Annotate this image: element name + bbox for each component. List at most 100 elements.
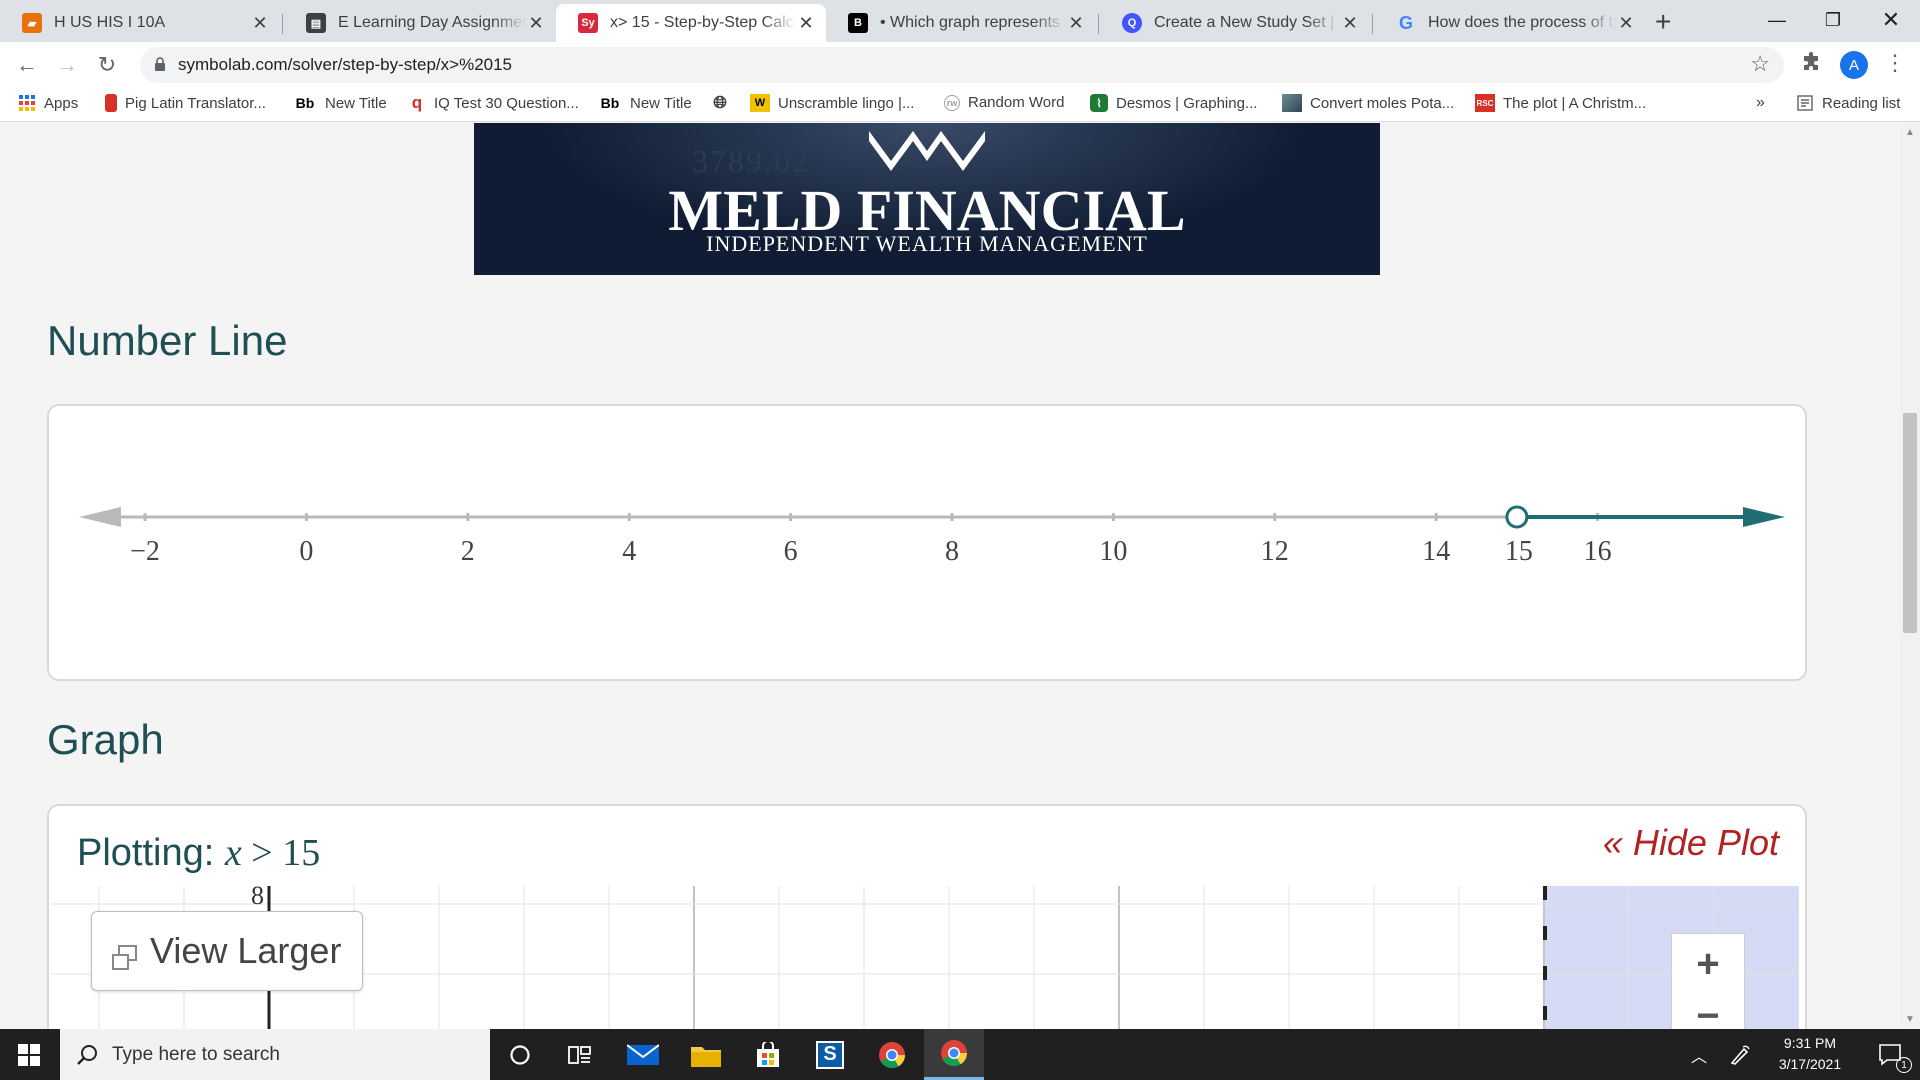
bookmarks-bar: Apps Pig Latin Translator... Bb New Titl… <box>0 88 1920 122</box>
cortana-icon[interactable] <box>490 1029 550 1080</box>
forward-button[interactable]: → <box>52 50 82 80</box>
close-tab-icon[interactable]: ✕ <box>1066 13 1086 34</box>
page-scrollbar[interactable]: ▲ ▼ <box>1900 123 1920 1029</box>
number-line-card: −2 0 2 4 6 8 10 12 14 16 15 <box>47 404 1807 681</box>
bookmark-globe[interactable]: 🌐︎ <box>711 93 737 112</box>
bookmark-star-icon[interactable]: ☆ <box>1750 51 1770 77</box>
tab-us-history[interactable]: ▰ H US HIS I 10A ✕ <box>0 4 280 42</box>
bookmark-label: Desmos | Graphing... <box>1116 94 1258 112</box>
bookmark-label: Pig Latin Translator... <box>125 94 266 112</box>
expression-number: 15 <box>282 832 321 874</box>
bookmark-iq-test[interactable]: q IQ Test 30 Question... <box>408 93 579 112</box>
scrollbar-thumb[interactable] <box>1903 413 1917 633</box>
number-line-tick-label: 0 <box>299 536 313 567</box>
microsoft-store-icon[interactable] <box>738 1029 798 1080</box>
scroll-down-arrow-icon[interactable]: ▼ <box>1905 1014 1915 1025</box>
random-word-icon: rw <box>944 94 960 111</box>
bookmark-label: Random Word <box>968 94 1065 111</box>
schoology-icon[interactable]: S <box>800 1029 860 1080</box>
globe-icon: 🌐︎ <box>713 93 727 112</box>
pen-workspace-icon[interactable] <box>1722 1029 1758 1080</box>
zoom-in-button[interactable]: + <box>1672 942 1744 987</box>
notification-count-badge: 1 <box>1896 1057 1912 1073</box>
tab-google[interactable]: G How does the process of tran ✕ <box>1374 4 1646 42</box>
tab-elearning[interactable]: ▤ E Learning Day Assignment - ✕ <box>284 4 556 42</box>
document-icon: ▤ <box>306 13 326 33</box>
task-view-icon[interactable] <box>550 1029 610 1080</box>
system-clock[interactable]: 9:31 PM 3/17/2021 <box>1762 1033 1858 1075</box>
tab-symbolab[interactable]: Sy x> 15 - Step-by-Step Calcula ✕ <box>556 4 826 42</box>
banner-background-number: 3789.02 <box>692 143 810 179</box>
expand-window-icon <box>112 938 138 970</box>
new-tab-button[interactable]: + <box>1655 6 1671 38</box>
number-line-tick-label: 2 <box>461 536 475 567</box>
close-tab-icon[interactable]: ✕ <box>1616 13 1636 34</box>
bookmark-label: New Title <box>630 94 692 112</box>
close-tab-icon[interactable]: ✕ <box>796 13 816 34</box>
scroll-up-arrow-icon[interactable]: ▲ <box>1905 127 1915 138</box>
chrome-icon[interactable] <box>862 1029 922 1080</box>
bookmark-unscramble[interactable]: W Unscramble lingo |... <box>750 94 914 112</box>
bookmark-random-word[interactable]: rw Random Word <box>944 94 1064 111</box>
restore-button[interactable]: ❐ <box>1804 0 1862 40</box>
meld-logo-icon <box>869 131 985 171</box>
number-line-tick-label: 14 <box>1422 536 1450 567</box>
action-center-icon[interactable]: 1 <box>1866 1029 1916 1080</box>
tab-strip: ▰ H US HIS I 10A ✕ ▤ E Learning Day Assi… <box>0 0 1920 42</box>
reading-list-button[interactable]: Reading list <box>1796 94 1900 112</box>
profile-avatar[interactable]: A <box>1840 51 1868 79</box>
tab-title: How does the process of tran <box>1428 14 1616 31</box>
tab-quizlet[interactable]: Q Create a New Study Set | Qui ✕ <box>1100 4 1370 42</box>
tab-title: H US HIS I 10A <box>54 14 166 31</box>
bookmark-label: Apps <box>44 94 79 112</box>
bookmarks-overflow-chevron-icon[interactable]: » <box>1756 94 1765 112</box>
url-text[interactable]: symbolab.com/solver/step-by-step/x>%2015 <box>178 55 512 75</box>
symbolab-icon: Sy <box>578 13 598 33</box>
file-explorer-icon[interactable] <box>676 1029 736 1080</box>
close-window-button[interactable]: ✕ <box>1862 0 1920 40</box>
close-tab-icon[interactable]: ✕ <box>526 13 546 34</box>
show-hidden-icons-chevron-icon[interactable]: ︿ <box>1682 1029 1716 1080</box>
number-line-heading: Number Line <box>47 317 288 364</box>
bookmark-desmos[interactable]: ⌇ Desmos | Graphing... <box>1090 94 1257 112</box>
zoom-out-button[interactable]: − <box>1672 994 1744 1029</box>
extensions-puzzle-icon[interactable] <box>1800 50 1822 78</box>
zoom-controls: + − <box>1671 933 1745 1029</box>
tab-title: E Learning Day Assignment - <box>338 14 526 31</box>
start-button[interactable] <box>0 1029 58 1080</box>
brainly-icon: B <box>848 13 868 33</box>
close-tab-icon[interactable]: ✕ <box>250 13 270 34</box>
tab-brainly[interactable]: B • Which graph represents the ✕ <box>826 4 1096 42</box>
browser-toolbar: ← → ↻ symbolab.com/solver/step-by-step/x… <box>0 42 1920 88</box>
bookmark-christmas-carol[interactable]: RSC The plot | A Christm... <box>1475 94 1646 112</box>
tab-separator <box>1098 14 1099 34</box>
number-line-tick-label: 8 <box>945 536 959 567</box>
pig-latin-icon <box>105 94 117 112</box>
number-line-tick-label: 16 <box>1584 536 1612 567</box>
back-button[interactable]: ← <box>12 50 42 80</box>
bookmark-new-title-1[interactable]: Bb New Title <box>293 94 387 112</box>
reload-button[interactable]: ↻ <box>92 50 122 80</box>
bookmark-new-title-2[interactable]: Bb New Title <box>598 94 692 112</box>
taskbar-search-box[interactable]: Type here to search <box>60 1029 490 1080</box>
clock-time: 9:31 PM <box>1783 1035 1837 1051</box>
bookmark-apps[interactable]: Apps <box>18 94 78 112</box>
view-larger-button[interactable]: View Larger <box>91 911 363 991</box>
ad-banner[interactable]: 3789.02 MELD FINANCIAL INDEPENDENT WEALT… <box>474 123 1380 275</box>
bookmark-convert[interactable]: Convert moles Pota... <box>1282 94 1454 112</box>
address-bar[interactable]: symbolab.com/solver/step-by-step/x>%2015… <box>140 47 1784 83</box>
bookmark-pig-latin[interactable]: Pig Latin Translator... <box>102 94 266 112</box>
lock-icon[interactable] <box>154 57 166 71</box>
bookmark-label: Convert moles Pota... <box>1310 94 1455 112</box>
minimize-button[interactable]: — <box>1748 0 1806 40</box>
mail-app-icon[interactable] <box>613 1029 673 1080</box>
chrome-active-icon[interactable] <box>924 1029 984 1080</box>
page-content: 3789.02 MELD FINANCIAL INDEPENDENT WEALT… <box>0 123 1900 1029</box>
close-tab-icon[interactable]: ✕ <box>1340 13 1360 34</box>
graph-canvas[interactable]: 8 View Larger + − <box>51 886 1799 1029</box>
convert-icon <box>1282 94 1302 112</box>
number-line-tick-label: 12 <box>1261 536 1289 567</box>
hide-plot-link[interactable]: « Hide Plot <box>1603 822 1779 864</box>
windows-logo-icon <box>18 1043 40 1066</box>
menu-kebab-icon[interactable]: ⋮ <box>1884 50 1906 76</box>
